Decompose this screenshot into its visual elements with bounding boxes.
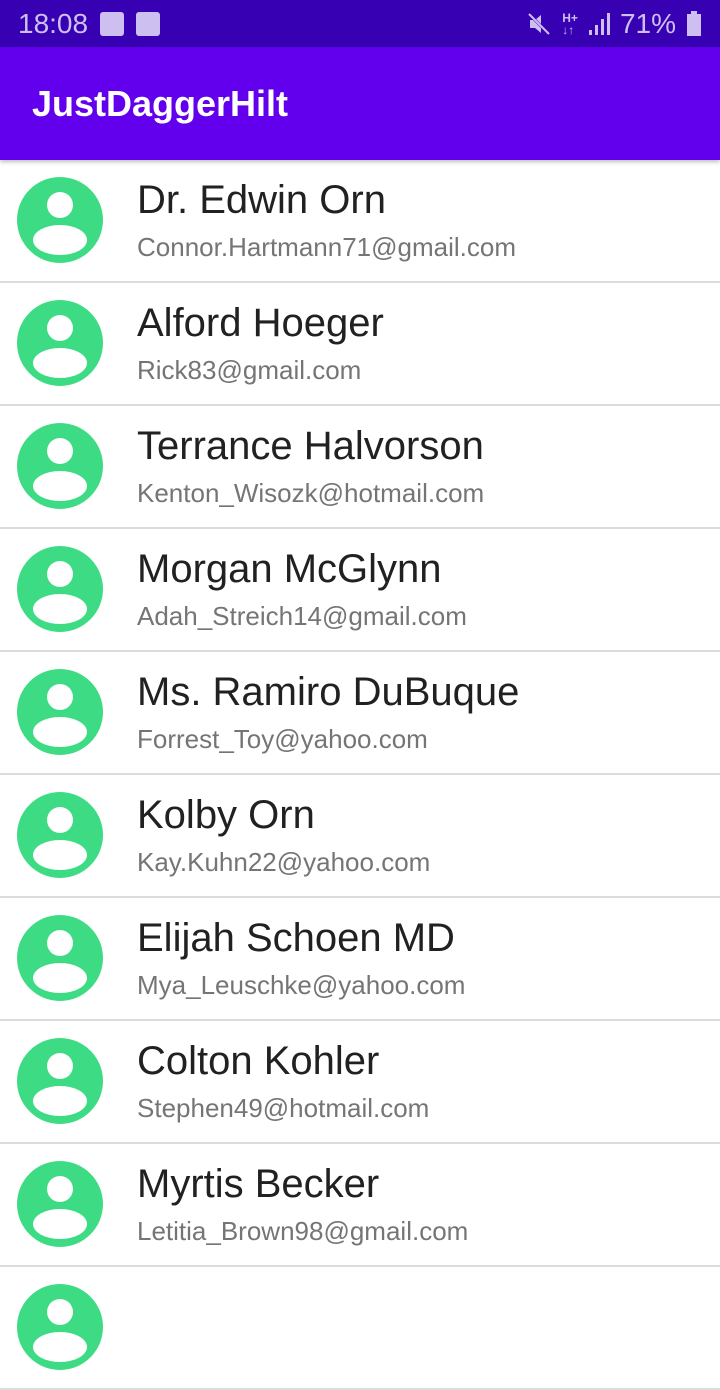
avatar-icon xyxy=(17,669,103,755)
avatar-icon xyxy=(17,1161,103,1247)
contact-list-item[interactable]: Myrtis Becker Letitia_Brown98@gmail.com xyxy=(0,1144,720,1267)
contact-list-item[interactable]: Dr. Edwin Orn Connor.Hartmann71@gmail.co… xyxy=(0,160,720,283)
wifi-icon xyxy=(136,11,161,36)
avatar-icon xyxy=(17,300,103,386)
contact-name: Ms. Ramiro DuBuque xyxy=(137,670,520,714)
contact-email: Letitia_Brown98@gmail.com xyxy=(137,1216,469,1246)
contact-name: Dr. Edwin Orn xyxy=(137,178,386,222)
signal-icon xyxy=(588,12,610,35)
contact-email: Mya_Leuschke@yahoo.com xyxy=(137,970,466,1000)
avatar-icon xyxy=(17,915,103,1001)
avatar-icon xyxy=(17,546,103,632)
contact-list[interactable]: Dr. Edwin Orn Connor.Hartmann71@gmail.co… xyxy=(0,160,720,1390)
contact-name: Myrtis Becker xyxy=(137,1162,380,1206)
contact-email: Connor.Hartmann71@gmail.com xyxy=(137,232,517,262)
contact-name: Terrance Halvorson xyxy=(137,424,484,468)
contact-email: Rick83@gmail.com xyxy=(137,355,362,385)
contact-email: Kay.Kuhn22@yahoo.com xyxy=(137,847,431,877)
contact-email: Stephen49@hotmail.com xyxy=(137,1093,430,1123)
status-time: 18:08 xyxy=(18,7,89,39)
status-bar: 18:08 H+ ↓↑ 71% xyxy=(0,0,720,47)
image-icon xyxy=(100,11,125,36)
avatar-icon xyxy=(17,423,103,509)
contact-email: Kenton_Wisozk@hotmail.com xyxy=(137,478,485,508)
contact-email: Adah_Streich14@gmail.com xyxy=(137,601,467,631)
avatar-icon xyxy=(17,1038,103,1124)
battery-icon xyxy=(687,10,701,36)
battery-percent: 71% xyxy=(619,7,676,39)
app-title: JustDaggerHilt xyxy=(32,82,289,124)
avatar-icon xyxy=(17,177,103,263)
contact-email: Forrest_Toy@yahoo.com xyxy=(137,724,428,754)
hplus-icon: H+ ↓↑ xyxy=(562,10,578,37)
contact-list-item[interactable]: Ms. Ramiro DuBuque Forrest_Toy@yahoo.com xyxy=(0,652,720,775)
contact-list-item[interactable]: Elijah Schoen MD Mya_Leuschke@yahoo.com xyxy=(0,898,720,1021)
contact-name: Alford Hoeger xyxy=(137,301,384,345)
contact-list-item[interactable]: Terrance Halvorson Kenton_Wisozk@hotmail… xyxy=(0,406,720,529)
mute-icon xyxy=(528,12,551,35)
contact-list-item[interactable]: Morgan McGlynn Adah_Streich14@gmail.com xyxy=(0,529,720,652)
contact-name: Kolby Orn xyxy=(137,793,315,837)
avatar-icon xyxy=(17,1284,103,1370)
contact-name: Elijah Schoen MD xyxy=(137,916,455,960)
contact-list-item-partial[interactable] xyxy=(0,1267,720,1390)
contact-list-item[interactable]: Alford Hoeger Rick83@gmail.com xyxy=(0,283,720,406)
avatar-icon xyxy=(17,792,103,878)
contact-name: Colton Kohler xyxy=(137,1039,380,1083)
app-bar: JustDaggerHilt xyxy=(0,47,720,160)
contact-list-item[interactable]: Colton Kohler Stephen49@hotmail.com xyxy=(0,1021,720,1144)
contact-list-item[interactable]: Kolby Orn Kay.Kuhn22@yahoo.com xyxy=(0,775,720,898)
contact-name: Morgan McGlynn xyxy=(137,547,442,591)
